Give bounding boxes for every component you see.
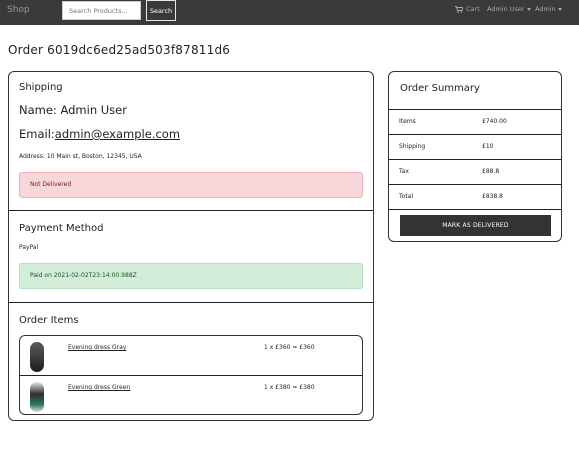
navbar: Shop Search Cart Admin User Admin [0, 0, 579, 25]
shipping-email: Email:admin@example.com [19, 127, 180, 141]
email-link[interactable]: admin@example.com [55, 127, 180, 141]
summary-label: Items [399, 118, 416, 125]
email-prefix: Email: [19, 127, 55, 141]
admin-menu-dropdown[interactable]: Admin [535, 5, 562, 13]
summary-value: £10 [482, 143, 494, 150]
product-link[interactable]: Evening dress Green [68, 384, 130, 391]
divider [389, 209, 561, 210]
chevron-down-icon [557, 7, 562, 11]
order-details-card: Shipping Name: Admin User Email:admin@ex… [8, 71, 374, 421]
payment-heading: Payment Method [19, 223, 104, 234]
cart-link[interactable]: Cart [455, 5, 480, 13]
divider [9, 302, 373, 303]
summary-label: Total [399, 193, 414, 200]
product-link[interactable]: Evening dress Gray [68, 344, 126, 351]
order-items-list: Evening dress Gray 1 x £360 = £360 Eveni… [19, 335, 363, 415]
cart-icon [455, 5, 463, 13]
mark-as-delivered-button[interactable]: Mark As Delivered [400, 215, 551, 236]
chevron-down-icon [526, 7, 531, 11]
search-button[interactable]: Search [146, 0, 176, 21]
item-price-line: 1 x £360 = £360 [264, 344, 315, 351]
summary-row-total: Total £838.8 [389, 184, 561, 209]
summary-label: Tax [399, 168, 409, 175]
product-thumbnail [30, 382, 44, 412]
item-price-line: 1 x £380 = £380 [264, 384, 315, 391]
shipping-name: Name: Admin User [19, 103, 127, 117]
admin-menu-label: Admin [535, 5, 556, 13]
shipping-heading: Shipping [19, 82, 63, 93]
summary-row-shipping: Shipping £10 [389, 134, 561, 159]
page-title: Order 6019dc6ed25ad503f87811d6 [8, 43, 231, 57]
order-summary-heading: Order Summary [400, 83, 480, 94]
summary-value: £88.8 [482, 168, 500, 175]
search-input[interactable] [62, 1, 141, 20]
payment-status-alert: Paid on 2021-02-02T23:14:00.988Z [19, 263, 363, 289]
user-menu-label: Admin User [487, 5, 525, 13]
product-thumbnail [30, 342, 44, 372]
summary-label: Shipping [399, 143, 426, 150]
summary-value: £838.8 [482, 193, 503, 200]
shipping-address: Address: 10 Main st, Boston, 12345, USA [19, 153, 142, 160]
cart-label: Cart [466, 5, 480, 13]
order-summary-card: Order Summary Items £740.00 Shipping £10… [388, 71, 562, 242]
divider [9, 210, 373, 211]
summary-value: £740.00 [482, 118, 507, 125]
delivery-status-alert: Not Delivered [19, 172, 363, 198]
order-items-heading: Order Items [19, 315, 79, 326]
summary-row-items: Items £740.00 [389, 109, 561, 134]
brand-link[interactable]: Shop [7, 5, 30, 15]
list-item: Evening dress Green 1 x £380 = £380 [20, 376, 362, 416]
summary-row-tax: Tax £88.8 [389, 159, 561, 184]
payment-method: PayPal [19, 244, 39, 251]
user-menu-dropdown[interactable]: Admin User [487, 5, 531, 13]
list-item: Evening dress Gray 1 x £360 = £360 [20, 336, 362, 376]
